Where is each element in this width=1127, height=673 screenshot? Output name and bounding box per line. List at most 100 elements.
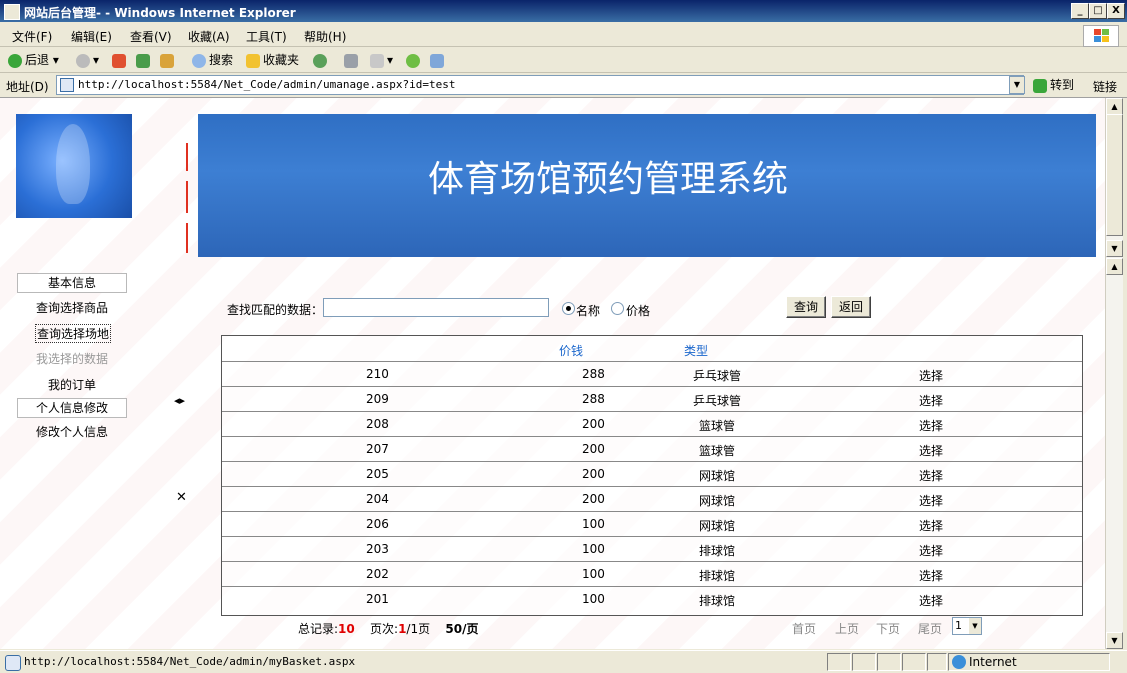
row-id: 205 xyxy=(366,467,389,481)
select-link[interactable]: 选择 xyxy=(919,517,943,534)
messenger-button[interactable] xyxy=(406,51,423,69)
select-link[interactable]: 选择 xyxy=(919,442,943,459)
nav-section-profile[interactable]: 个人信息修改 xyxy=(17,398,127,418)
address-dropdown-button[interactable]: ▼ xyxy=(1009,76,1025,94)
stop-icon xyxy=(112,53,126,68)
scroll-down-arrow[interactable]: ▼ xyxy=(1106,632,1123,649)
maximize-button[interactable]: □ xyxy=(1089,3,1107,19)
refresh-button[interactable] xyxy=(136,51,153,69)
menu-help[interactable]: 帮助(H) xyxy=(304,28,346,45)
scroll-up-arrow[interactable]: ▲ xyxy=(1106,98,1123,115)
row-price: 100 xyxy=(582,517,605,531)
edit-button[interactable]: ▾ xyxy=(370,51,393,69)
select-link[interactable]: 选择 xyxy=(919,417,943,434)
page-content: 体育场馆预约管理系统 基本信息 查询选择商品 查询选择场地 我选择的数据 我的订… xyxy=(0,98,1105,649)
pager-next[interactable]: 下页 xyxy=(876,620,900,637)
table-row: 204 200 网球馆 选择 xyxy=(222,486,1082,512)
radio-price[interactable] xyxy=(611,302,624,315)
globe-icon xyxy=(952,655,966,669)
window-title-bar: 网站后台管理- - Windows Internet Explorer _ □ … xyxy=(0,0,1127,22)
mail-button[interactable] xyxy=(430,51,447,69)
chevron-down-icon: ▼ xyxy=(969,618,981,634)
row-price: 100 xyxy=(582,567,605,581)
go-button[interactable]: 转到 xyxy=(1033,76,1074,93)
sidebar-toggle-icon[interactable]: ◂▸ xyxy=(174,394,185,407)
pager-prev[interactable]: 上页 xyxy=(835,620,859,637)
header-banner: 体育场馆预约管理系统 xyxy=(198,114,1096,257)
column-header-type[interactable]: 类型 xyxy=(684,342,708,359)
nav-query-goods[interactable]: 查询选择商品 xyxy=(36,299,108,316)
favorites-button[interactable]: 收藏夹 xyxy=(246,51,299,69)
minimize-button[interactable]: _ xyxy=(1071,3,1089,19)
table-row: 207 200 篮球管 选择 xyxy=(222,436,1082,462)
menu-view[interactable]: 查看(V) xyxy=(130,28,172,45)
row-type: 篮球管 xyxy=(699,444,736,458)
select-link[interactable]: 选择 xyxy=(919,542,943,559)
search-input[interactable] xyxy=(323,298,549,317)
home-button[interactable] xyxy=(160,51,177,69)
status-panel xyxy=(827,653,851,671)
table-row: 202 100 排球馆 选择 xyxy=(222,561,1082,587)
print-button[interactable] xyxy=(344,51,361,69)
forward-button[interactable]: ▾ xyxy=(76,51,99,69)
row-price: 200 xyxy=(582,442,605,456)
site-logo xyxy=(16,114,132,218)
nav-edit-profile[interactable]: 修改个人信息 xyxy=(36,423,108,440)
windows-logo-icon xyxy=(1083,25,1119,47)
pager-first[interactable]: 首页 xyxy=(792,620,816,637)
select-link[interactable]: 选择 xyxy=(919,367,943,384)
row-id: 201 xyxy=(366,592,389,606)
page-select[interactable]: 1 ▼ xyxy=(952,617,982,635)
row-id: 209 xyxy=(366,392,389,406)
close-icon[interactable]: ✕ xyxy=(176,490,187,505)
row-type: 网球馆 xyxy=(699,494,736,508)
column-header-price[interactable]: 价钱 xyxy=(559,342,583,359)
radio-name-label: 名称 xyxy=(576,304,601,318)
table-row: 203 100 排球馆 选择 xyxy=(222,536,1082,562)
print-icon xyxy=(344,53,358,68)
menu-tools[interactable]: 工具(T) xyxy=(246,28,287,45)
window-title: 网站后台管理- - Windows Internet Explorer xyxy=(24,6,296,20)
select-link[interactable]: 选择 xyxy=(919,392,943,409)
nav-section-basic[interactable]: 基本信息 xyxy=(17,273,127,293)
select-link[interactable]: 选择 xyxy=(919,567,943,584)
close-window-button[interactable]: X xyxy=(1107,3,1125,19)
return-button[interactable]: 返回 xyxy=(831,296,871,318)
select-link[interactable]: 选择 xyxy=(919,492,943,509)
vertical-scrollbar[interactable]: ▲ ▼ ▲ ▼ xyxy=(1105,98,1123,649)
pager-per-page: 50/页 xyxy=(445,622,479,636)
forward-arrow-icon xyxy=(76,53,90,68)
menu-edit[interactable]: 编辑(E) xyxy=(71,28,112,45)
toolbar: 后退 ▾ ▾ 搜索 收藏夹 ▾ xyxy=(0,48,1127,73)
scroll-down-arrow-frame[interactable]: ▼ xyxy=(1106,240,1123,257)
nav-my-orders[interactable]: 我的订单 xyxy=(48,376,96,393)
select-link[interactable]: 选择 xyxy=(919,592,943,609)
select-link[interactable]: 选择 xyxy=(919,467,943,484)
address-input[interactable]: http://localhost:5584/Net_Code/admin/uma… xyxy=(56,75,1024,95)
scroll-up-arrow-frame[interactable]: ▲ xyxy=(1106,258,1123,275)
row-type: 排球馆 xyxy=(699,594,736,608)
search-button[interactable]: 搜索 xyxy=(192,51,233,69)
status-panel xyxy=(852,653,876,671)
history-button[interactable] xyxy=(313,51,330,69)
status-url: http://localhost:5584/Net_Code/admin/myB… xyxy=(24,655,356,668)
row-id: 203 xyxy=(366,542,389,556)
table-row: 206 100 网球馆 选择 xyxy=(222,511,1082,537)
stop-button[interactable] xyxy=(112,51,129,69)
nav-query-venue[interactable]: 查询选择场地 xyxy=(35,324,112,343)
back-button[interactable]: 后退 ▾ xyxy=(8,51,59,69)
nav-my-selected[interactable]: 我选择的数据 xyxy=(36,350,108,367)
pager-total: 10 xyxy=(338,622,355,636)
pager-last[interactable]: 尾页 xyxy=(918,620,942,637)
page-icon xyxy=(60,78,74,92)
status-panel xyxy=(877,653,901,671)
query-button[interactable]: 查询 xyxy=(786,296,826,318)
menu-file[interactable]: 文件(F) xyxy=(12,28,52,45)
ie-window-icon xyxy=(4,4,20,20)
torch-flame-icon xyxy=(56,124,90,204)
links-button[interactable]: 链接 xyxy=(1093,78,1117,95)
edit-icon xyxy=(370,53,384,68)
menu-favorites[interactable]: 收藏(A) xyxy=(188,28,230,45)
radio-name[interactable] xyxy=(562,302,575,315)
scroll-thumb[interactable] xyxy=(1106,114,1123,236)
